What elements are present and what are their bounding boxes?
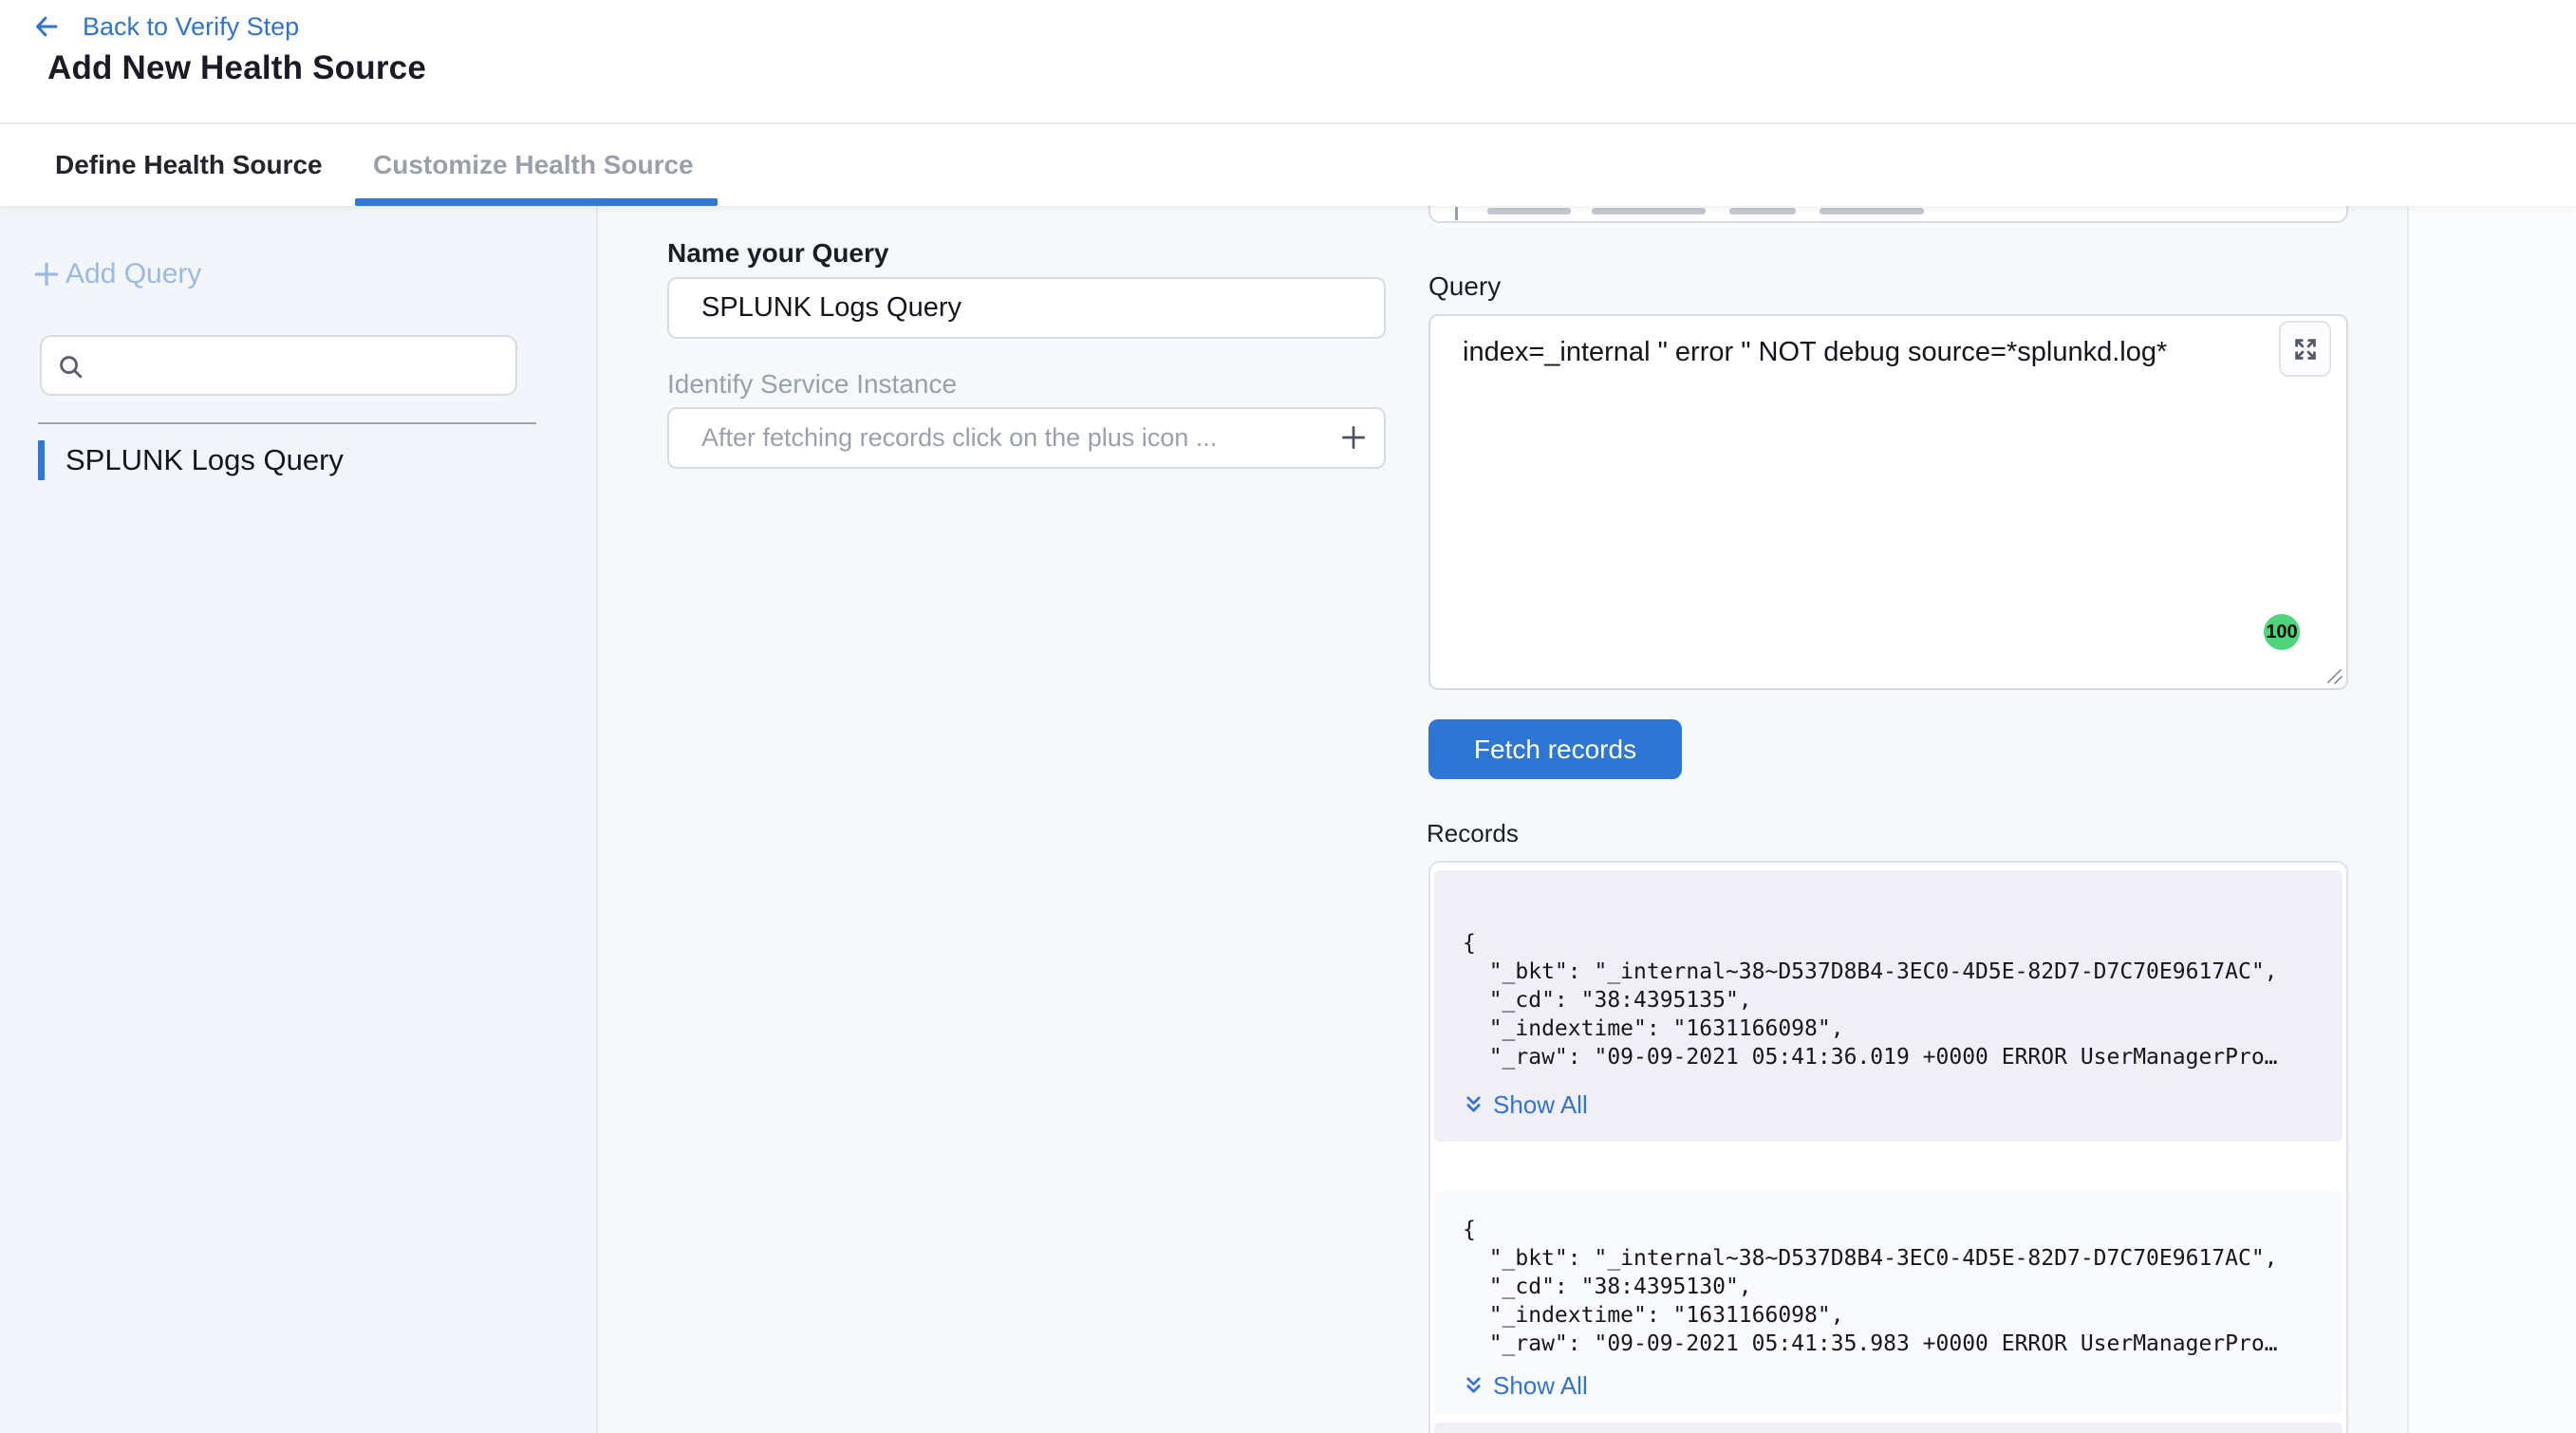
identify-service-instance-label: Identify Service Instance xyxy=(667,369,957,400)
fetch-records-button[interactable]: Fetch records xyxy=(1428,719,1682,779)
query-editor[interactable]: index=_internal " error " NOT debug sour… xyxy=(1428,314,2348,690)
show-all-link[interactable]: Show All xyxy=(1463,1090,2343,1120)
record-json-line: { xyxy=(1463,1216,2343,1244)
add-health-source-page: Add Query SPLUNK Logs Query Name your Qu… xyxy=(0,0,2576,1433)
page-title: Add New Health Source xyxy=(47,49,426,87)
show-all-label: Show All xyxy=(1493,1090,1588,1120)
sidebar-query-item[interactable]: SPLUNK Logs Query xyxy=(38,440,344,480)
selected-indicator-bar xyxy=(38,440,45,480)
expand-icon xyxy=(2291,335,2320,363)
plus-icon xyxy=(31,259,62,289)
back-link-label: Back to Verify Step xyxy=(83,12,299,42)
add-service-instance-icon[interactable] xyxy=(1338,422,1369,453)
service-instance-input[interactable] xyxy=(667,407,1386,469)
record-json-line: "_raw": "09-09-2021 05:41:36.019 +0000 E… xyxy=(1463,1043,2343,1071)
records-label: Records xyxy=(1427,819,1519,848)
text-caret xyxy=(1455,207,1458,220)
record-json-line: { xyxy=(1463,929,2343,958)
record-json-line: "_bkt": "_internal~38~D537D8B4-3EC0-4D5E… xyxy=(1463,1244,2343,1273)
query-item-label: SPLUNK Logs Query xyxy=(65,443,344,477)
back-arrow-icon xyxy=(31,12,62,41)
content-area: Add Query SPLUNK Logs Query Name your Qu… xyxy=(0,206,2576,1433)
record-json-line: "_cd": "38:4395130", xyxy=(1463,1273,2343,1301)
clipped-text-fragment xyxy=(1592,208,1706,214)
query-search-box[interactable] xyxy=(40,335,517,396)
record-json-line: "_raw": "09-09-2021 05:41:35.983 +0000 E… xyxy=(1463,1330,2343,1358)
add-query-label: Add Query xyxy=(65,258,201,290)
double-chevron-down-icon xyxy=(1463,1094,1484,1116)
right-gutter xyxy=(2409,206,2576,1433)
record-item: { "_bkt": "_internal~38~D537D8B4-3EC0-4D… xyxy=(1434,1191,2343,1415)
clipped-text-fragment xyxy=(1487,208,1571,214)
tab-define-health-source[interactable]: Define Health Source xyxy=(55,124,323,206)
clipped-text-fragment xyxy=(1820,208,1924,214)
name-your-query-label: Name your Query xyxy=(667,238,888,269)
record-item: { "_bkt": "_internal~38~D537D8B4-3EC0-4D… xyxy=(1434,870,2343,1142)
search-input[interactable] xyxy=(95,341,503,390)
add-query-button[interactable]: Add Query xyxy=(31,258,201,290)
search-icon xyxy=(56,352,85,382)
active-tab-underline xyxy=(355,198,718,206)
resize-handle[interactable] xyxy=(2321,662,2343,685)
tab-customize-health-source[interactable]: Customize Health Source xyxy=(373,124,694,206)
records-panel: { "_bkt": "_internal~38~D537D8B4-3EC0-4D… xyxy=(1428,861,2348,1433)
query-name-input[interactable] xyxy=(667,277,1386,339)
query-text: index=_internal " error " NOT debug sour… xyxy=(1463,337,2167,368)
record-json-line: "_cd": "38:4395135", xyxy=(1463,986,2343,1014)
clipped-text-fragment xyxy=(1729,208,1796,214)
query-sidebar: Add Query SPLUNK Logs Query xyxy=(0,206,598,1433)
show-all-label: Show All xyxy=(1493,1371,1588,1401)
records-count-badge: 100 xyxy=(2264,614,2300,650)
sidebar-divider xyxy=(38,422,536,424)
record-item-partial xyxy=(1434,1423,2343,1433)
query-label: Query xyxy=(1428,271,1501,302)
record-json-line: "_indextime": "1631166098", xyxy=(1463,1301,2343,1330)
service-instance-field-wrap xyxy=(667,407,1386,469)
tab-bar: Define Health Source Customize Health So… xyxy=(0,124,2576,206)
show-all-link[interactable]: Show All xyxy=(1463,1371,2343,1401)
record-json-line: "_indextime": "1631166098", xyxy=(1463,1014,2343,1043)
record-json-line: "_bkt": "_internal~38~D537D8B4-3EC0-4D5E… xyxy=(1463,958,2343,986)
double-chevron-down-icon xyxy=(1463,1375,1484,1397)
page-header: Back to Verify Step Add New Health Sourc… xyxy=(0,0,2576,124)
expand-query-button[interactable] xyxy=(2279,321,2331,377)
back-to-verify-step-link[interactable]: Back to Verify Step xyxy=(31,9,299,44)
